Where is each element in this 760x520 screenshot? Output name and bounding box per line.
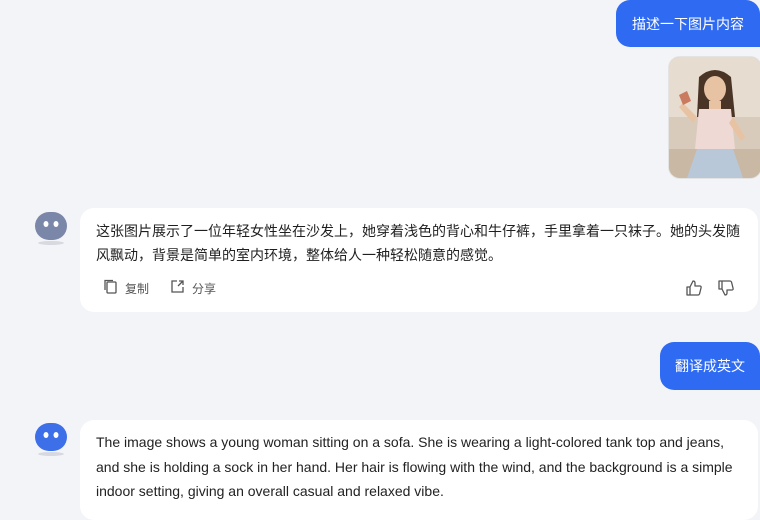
copy-label: 复制 (125, 281, 150, 296)
copy-icon (102, 278, 119, 298)
share-button[interactable]: 分享 (169, 278, 216, 298)
assistant-message-text: The image shows a young woman sitting on… (96, 434, 733, 499)
assistant-message-text: 这张图片展示了一位年轻女性坐在沙发上，她穿着浅色的背心和牛仔裤，手里拿着一只袜子… (96, 224, 740, 264)
share-icon (169, 278, 186, 298)
user-message-bubble: 翻译成英文 (660, 342, 760, 390)
copy-button[interactable]: 复制 (102, 278, 149, 298)
share-label: 分享 (192, 281, 217, 296)
user-message-text: 翻译成英文 (675, 359, 745, 375)
user-message-bubble: 描述一下图片内容 (616, 0, 760, 47)
assistant-message-card: The image shows a young woman sitting on… (80, 420, 758, 520)
bot-avatar-icon (33, 421, 69, 457)
message-actions: 复制 分享 (102, 278, 736, 298)
assistant-message-card: 这张图片展示了一位年轻女性坐在沙发上，她穿着浅色的背心和牛仔裤，手里拿着一只袜子… (80, 208, 758, 312)
bot-avatar-icon (33, 210, 69, 246)
uploaded-image[interactable] (668, 56, 760, 179)
user-message-text: 描述一下图片内容 (632, 16, 744, 33)
thumbs-down-icon[interactable] (716, 278, 736, 298)
thumbs-up-icon[interactable] (684, 278, 704, 298)
